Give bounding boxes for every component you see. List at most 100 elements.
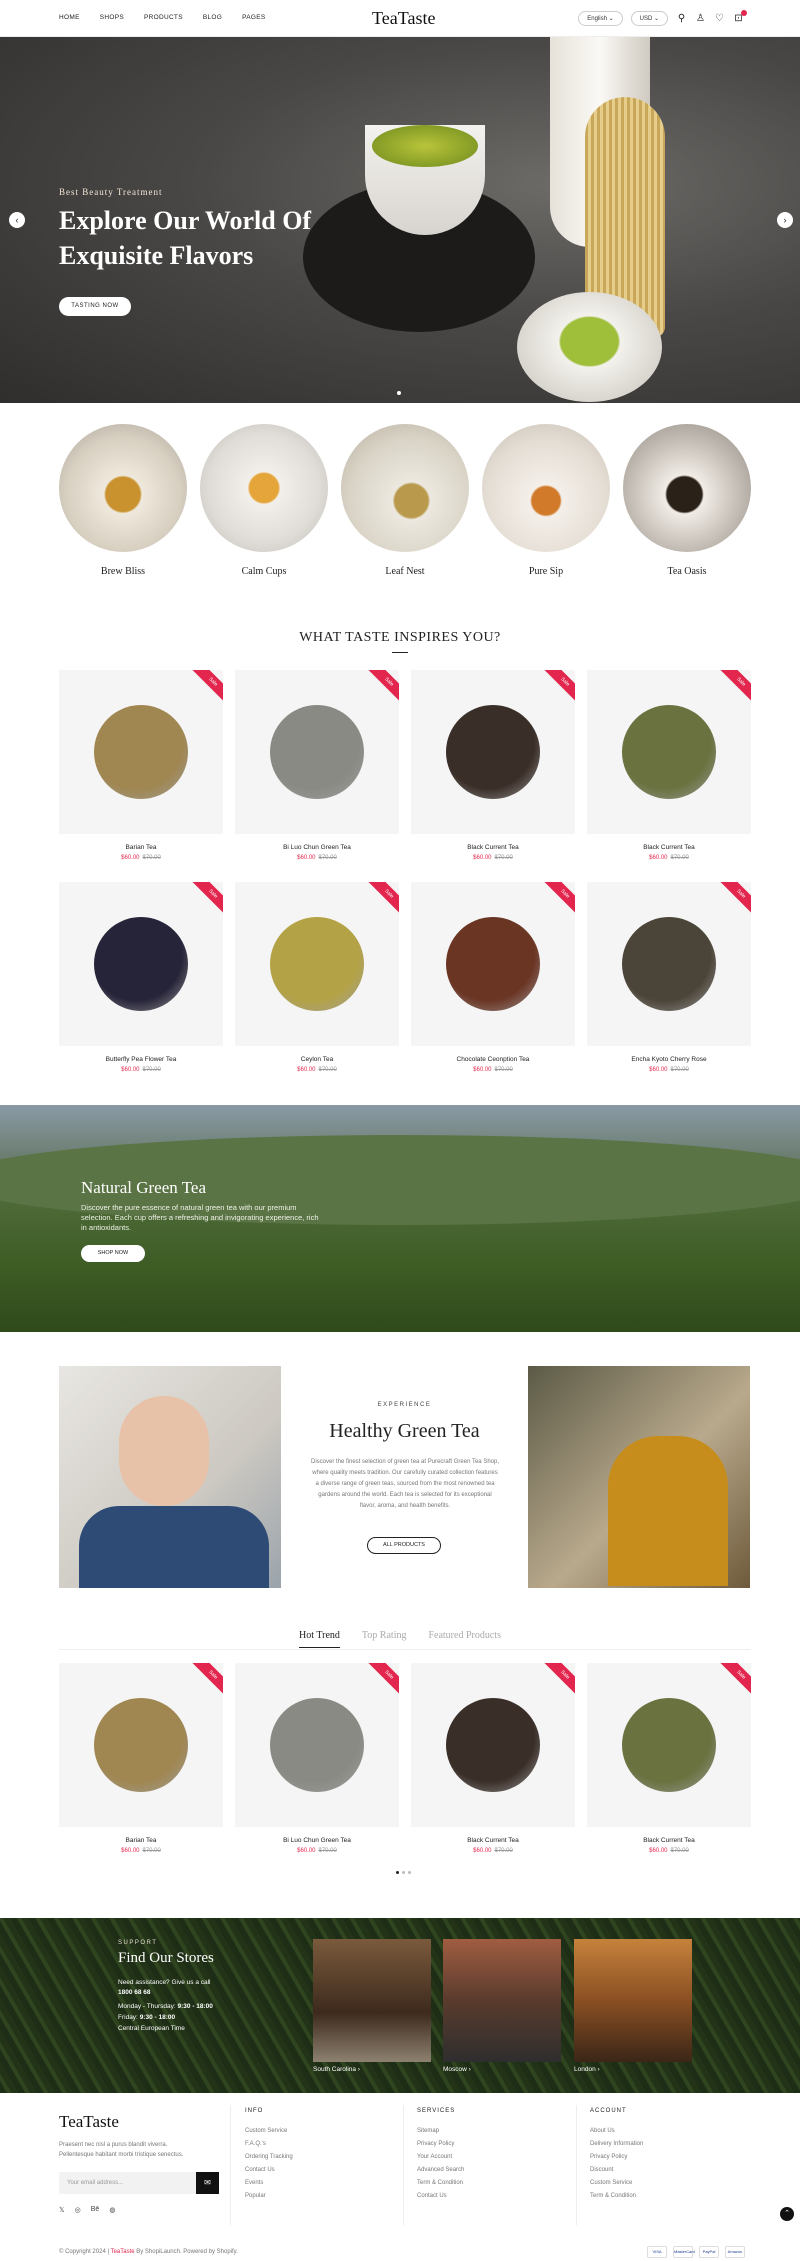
search-icon[interactable]: ⚲ xyxy=(676,13,687,24)
product-image[interactable]: Sale xyxy=(59,882,223,1046)
nav-products[interactable]: PRODUCTS xyxy=(144,14,183,21)
footer-link[interactable]: Custom Service xyxy=(245,2128,293,2134)
footer-link[interactable]: Popular xyxy=(245,2193,293,2199)
user-icon[interactable]: ♙ xyxy=(695,13,706,24)
footer-logo[interactable]: TeaTaste xyxy=(59,2112,119,2132)
footer-link[interactable]: Advanced Search xyxy=(417,2167,464,2173)
shop-now-button[interactable]: SHOP NOW xyxy=(81,1245,145,1262)
language-select[interactable]: English ⌄ xyxy=(578,11,623,26)
footer-link[interactable]: Privacy Policy xyxy=(417,2141,464,2147)
product-image[interactable]: Sale xyxy=(587,1663,751,1827)
product-name[interactable]: Encha Kyoto Cherry Rose xyxy=(587,1056,751,1063)
footer-link[interactable]: Contact Us xyxy=(417,2193,464,2199)
footer-link[interactable]: F.A.Q.'s xyxy=(245,2141,293,2147)
stores-phone[interactable]: 1800 68 68 xyxy=(118,1989,151,1996)
product-name[interactable]: Black Current Tea xyxy=(587,1837,751,1844)
all-products-button[interactable]: ALL PRODUCTS xyxy=(367,1537,441,1554)
category-item[interactable]: Pure Sip xyxy=(482,424,610,577)
product-card[interactable]: Sale Ceylon Tea $60.00 $70.00 xyxy=(235,882,399,1073)
footer-link[interactable]: Privacy Policy xyxy=(590,2154,643,2160)
product-image[interactable]: Sale xyxy=(59,670,223,834)
store-london[interactable]: London › xyxy=(574,1939,692,2073)
product-card[interactable]: Sale Encha Kyoto Cherry Rose $60.00 $70.00 xyxy=(587,882,751,1073)
category-label: Pure Sip xyxy=(528,566,564,577)
footer-link[interactable]: Term & Condition xyxy=(590,2193,643,2199)
category-item[interactable]: Brew Bliss xyxy=(59,424,187,577)
carousel-dot[interactable] xyxy=(396,1871,399,1874)
dribbble-icon[interactable]: ◍ xyxy=(109,2206,115,2214)
footer-link[interactable]: About Us xyxy=(590,2128,643,2134)
product-image[interactable]: Sale xyxy=(235,670,399,834)
product-card[interactable]: Sale Black Current Tea $60.00 $70.00 xyxy=(587,1663,751,1854)
product-name[interactable]: Barian Tea xyxy=(59,844,223,851)
product-name[interactable]: Butterfly Pea Flower Tea xyxy=(59,1056,223,1063)
product-card[interactable]: Sale Chocolate Ceonption Tea $60.00 $70.00 xyxy=(411,882,575,1073)
footer-link[interactable]: Contact Us xyxy=(245,2167,293,2173)
product-card[interactable]: Sale Bi Luo Chun Green Tea $60.00 $70.00 xyxy=(235,670,399,861)
footer-link[interactable]: Your Account xyxy=(417,2154,464,2160)
newsletter-email-field[interactable]: Your email address... xyxy=(59,2172,219,2194)
back-to-top-icon[interactable]: ⌃ xyxy=(780,2207,794,2221)
store-moscow[interactable]: Moscow › xyxy=(443,1939,561,2073)
product-image[interactable]: Sale xyxy=(59,1663,223,1827)
behance-icon[interactable]: Bē xyxy=(91,2206,100,2214)
tab-top-rating[interactable]: Top Rating xyxy=(362,1630,407,1648)
nav-blog[interactable]: BLOG xyxy=(203,14,222,21)
chevron-left-icon[interactable]: ‹ xyxy=(9,212,25,228)
footer-link[interactable]: Sitemap xyxy=(417,2128,464,2134)
product-name[interactable]: Bi Luo Chun Green Tea xyxy=(235,1837,399,1844)
footer-link[interactable]: Events xyxy=(245,2180,293,2186)
product-name[interactable]: Ceylon Tea xyxy=(235,1056,399,1063)
product-image[interactable]: Sale xyxy=(411,882,575,1046)
carousel-dot[interactable] xyxy=(408,1871,411,1874)
carousel-dot[interactable] xyxy=(402,1871,405,1874)
product-card[interactable]: Sale Black Current Tea $60.00 $70.00 xyxy=(587,670,751,861)
product-name[interactable]: Bi Luo Chun Green Tea xyxy=(235,844,399,851)
nav-home[interactable]: HOME xyxy=(59,14,80,21)
product-name[interactable]: Black Current Tea xyxy=(587,844,751,851)
category-item[interactable]: Leaf Nest xyxy=(341,424,469,577)
product-image[interactable]: Sale xyxy=(235,882,399,1046)
footer-link[interactable]: Ordering Tracking xyxy=(245,2154,293,2160)
category-item[interactable]: Tea Oasis xyxy=(623,424,751,577)
twitter-icon[interactable]: 𝕏 xyxy=(59,2206,65,2214)
footer-link[interactable]: Discount xyxy=(590,2167,643,2173)
sale-badge: Sale xyxy=(191,670,223,704)
product-name[interactable]: Barian Tea xyxy=(59,1837,223,1844)
instagram-icon[interactable]: ◎ xyxy=(75,2206,81,2214)
nav-pages[interactable]: PAGES xyxy=(242,14,265,21)
store-south-carolina[interactable]: South Carolina › xyxy=(313,1939,431,2073)
copyright-brand[interactable]: TeaTaste xyxy=(111,2249,135,2255)
nav-shops[interactable]: SHOPS xyxy=(100,14,124,21)
tab-hot-trend[interactable]: Hot Trend xyxy=(299,1630,340,1648)
currency-select[interactable]: USD ⌄ xyxy=(630,11,668,26)
product-card[interactable]: Sale Barian Tea $60.00 $70.00 xyxy=(59,670,223,861)
cart-icon[interactable]: ⊡ xyxy=(733,10,747,24)
send-icon[interactable]: ✉ xyxy=(196,2172,219,2194)
product-name[interactable]: Black Current Tea xyxy=(411,1837,575,1844)
footer-link[interactable]: Custom Service xyxy=(590,2180,643,2186)
category-item[interactable]: Calm Cups xyxy=(200,424,328,577)
store-name: Moscow xyxy=(443,2066,467,2073)
product-image[interactable]: Sale xyxy=(587,670,751,834)
product-card[interactable]: Sale Black Current Tea $60.00 $70.00 xyxy=(411,1663,575,1854)
product-image[interactable]: Sale xyxy=(235,1663,399,1827)
tab-featured-products[interactable]: Featured Products xyxy=(428,1630,501,1648)
product-name[interactable]: Black Current Tea xyxy=(411,844,575,851)
footer-link[interactable]: Term & Condition xyxy=(417,2180,464,2186)
product-card[interactable]: Sale Butterfly Pea Flower Tea $60.00 $70.00 xyxy=(59,882,223,1073)
product-card[interactable]: Sale Barian Tea $60.00 $70.00 xyxy=(59,1663,223,1854)
product-image[interactable]: Sale xyxy=(587,882,751,1046)
product-name[interactable]: Chocolate Ceonption Tea xyxy=(411,1056,575,1063)
sale-price: $60.00 xyxy=(473,1848,492,1854)
product-image[interactable]: Sale xyxy=(411,670,575,834)
footer-link[interactable]: Delivery Information xyxy=(590,2141,643,2147)
product-card[interactable]: Sale Bi Luo Chun Green Tea $60.00 $70.00 xyxy=(235,1663,399,1854)
site-logo[interactable]: TeaTaste xyxy=(372,8,435,29)
product-card[interactable]: Sale Black Current Tea $60.00 $70.00 xyxy=(411,670,575,861)
tasting-now-button[interactable]: TASTING NOW xyxy=(59,297,131,316)
product-image[interactable]: Sale xyxy=(411,1663,575,1827)
chevron-right-icon[interactable]: › xyxy=(777,212,793,228)
slider-dot[interactable] xyxy=(397,391,401,395)
heart-icon[interactable]: ♡ xyxy=(714,13,725,24)
